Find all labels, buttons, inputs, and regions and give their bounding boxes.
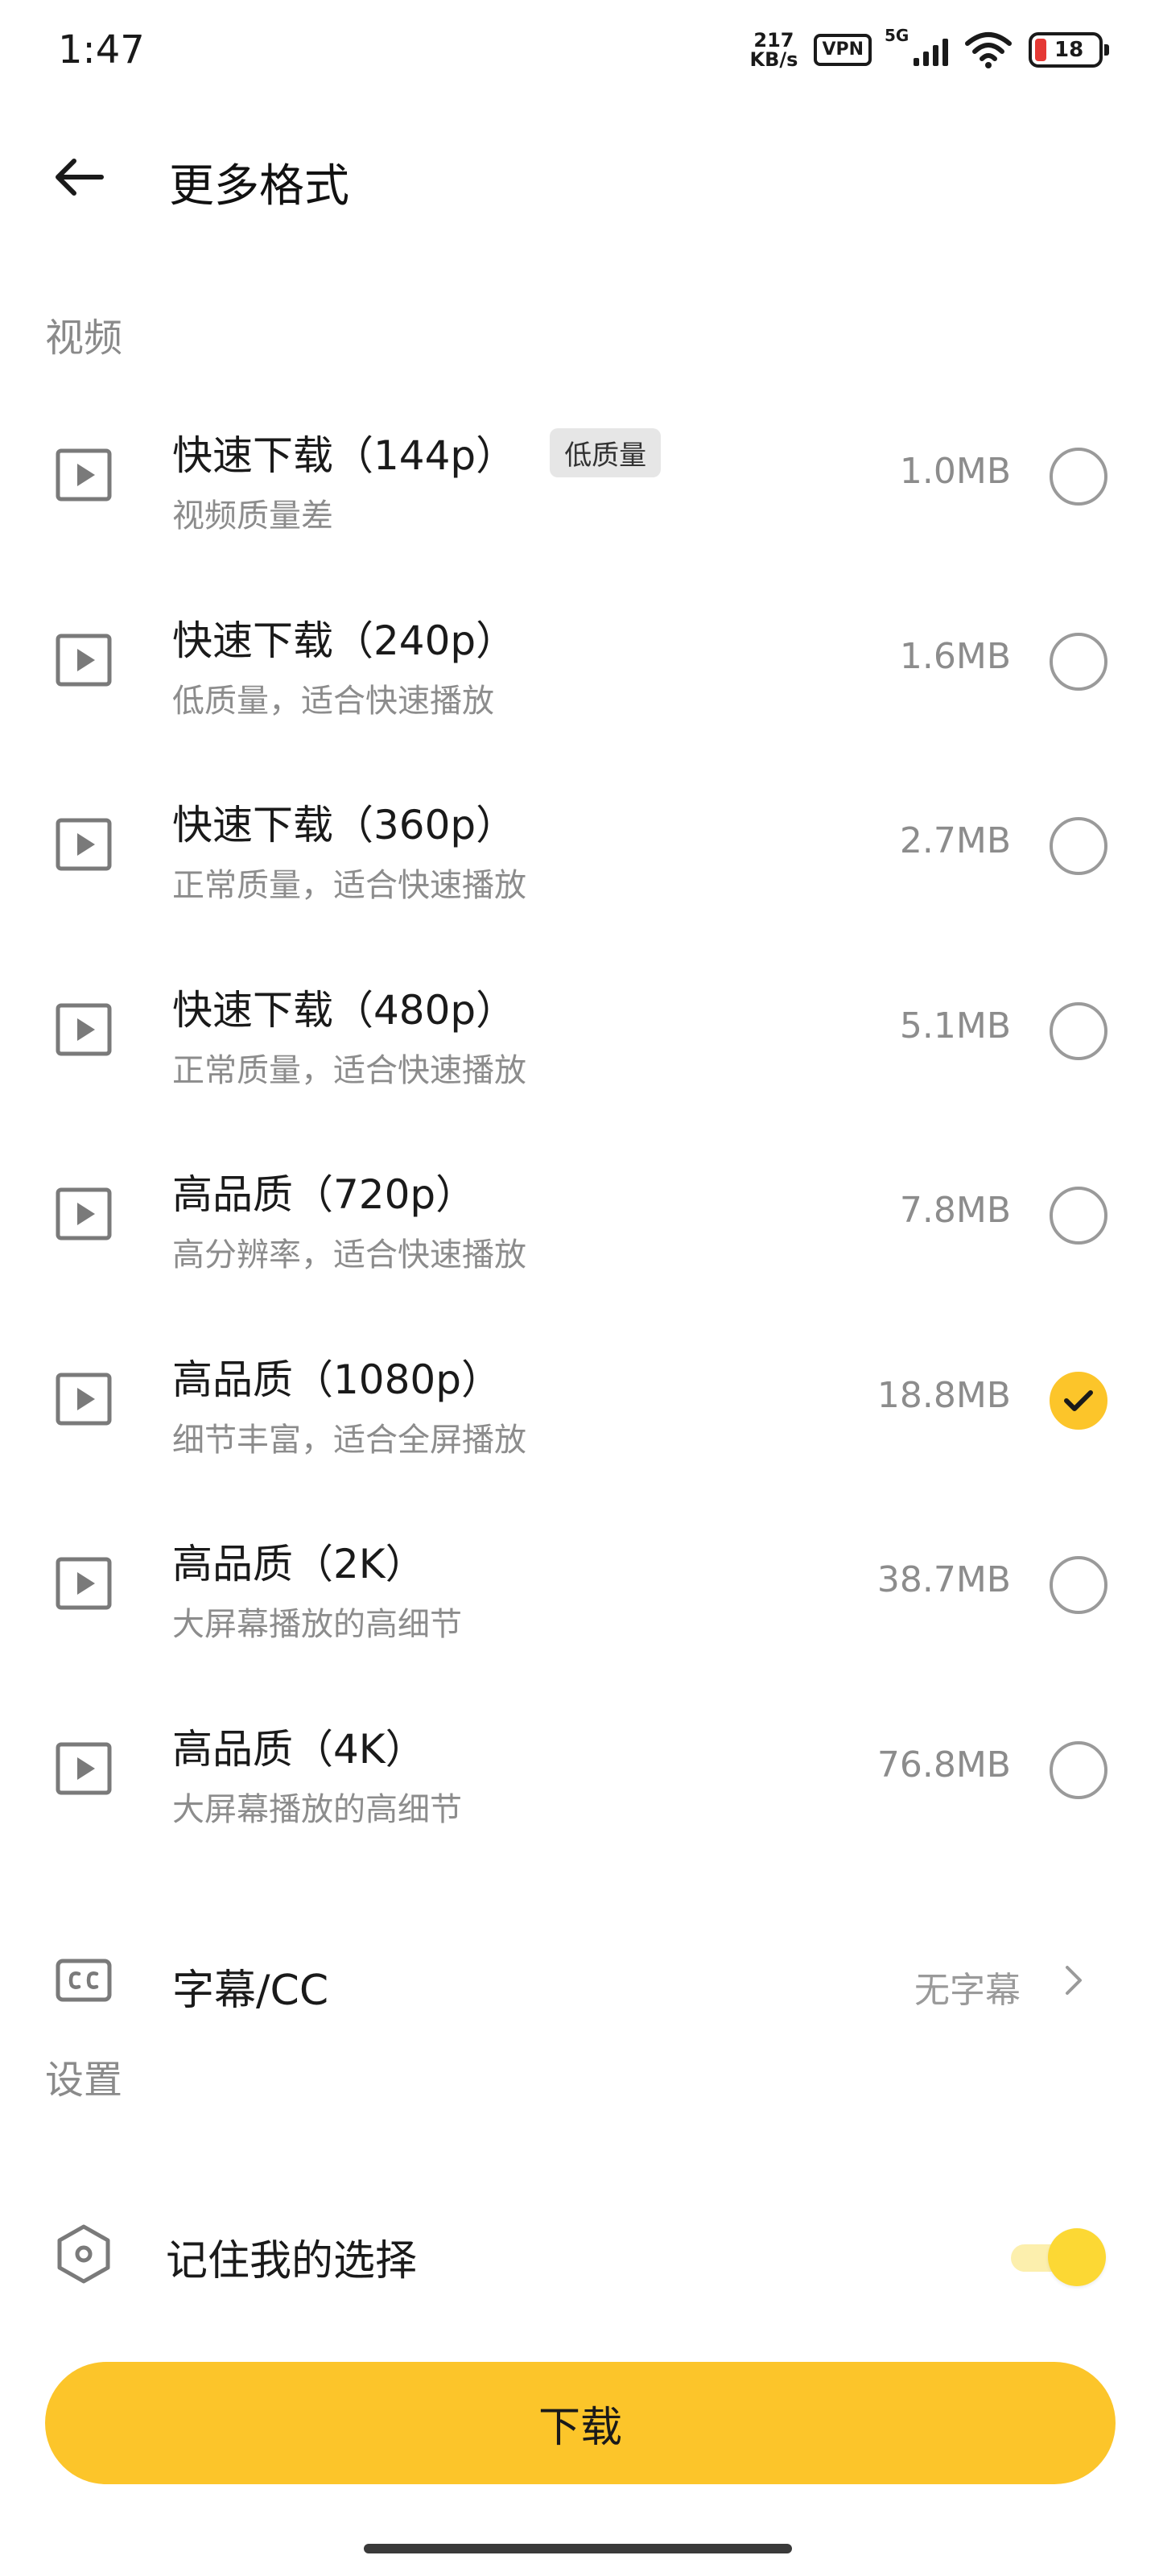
video-play-icon: [56, 1373, 112, 1426]
subtitles-label: 字幕/CC: [172, 1967, 329, 2015]
format-file-size: 1.6MB: [899, 636, 1011, 677]
format-radio-selected[interactable]: [1050, 1372, 1107, 1430]
format-title-line: 高品质（2K）: [172, 1532, 426, 1590]
format-option-row[interactable]: 快速下载（240p） 低质量，适合快速播放 1.6MB: [0, 580, 1159, 768]
format-radio[interactable]: [1050, 1556, 1107, 1614]
subtitles-value: 无字幕: [914, 1970, 1021, 2011]
format-radio[interactable]: [1050, 817, 1107, 875]
format-file-size: 5.1MB: [899, 1005, 1011, 1046]
format-option-row[interactable]: 高品质（4K） 大屏幕播放的高细节 76.8MB: [0, 1688, 1159, 1876]
video-play-icon: [56, 1003, 112, 1056]
format-option-row[interactable]: 快速下载（144p） 低质量 视频质量差 1.0MB: [0, 394, 1159, 583]
remember-choice-toggle[interactable]: [1008, 2227, 1107, 2288]
format-title: 高品质（1080p）: [172, 1356, 501, 1403]
toggle-thumb: [1048, 2228, 1106, 2286]
format-title: 快速下载（240p）: [172, 617, 517, 664]
format-option-row[interactable]: 高品质（2K） 大屏幕播放的高细节 38.7MB: [0, 1503, 1159, 1691]
battery-level-fill: [1035, 39, 1046, 61]
format-description: 大屏幕播放的高细节: [172, 1791, 462, 1828]
video-play-icon: [56, 1742, 112, 1795]
format-title-line: 快速下载（144p） 低质量: [172, 423, 662, 481]
format-description: 大屏幕播放的高细节: [172, 1606, 462, 1643]
video-play-icon: [56, 634, 112, 687]
format-title-line: 快速下载（480p）: [172, 978, 516, 1036]
network-speed: 217 KB/s: [749, 31, 798, 69]
download-button[interactable]: 下载: [45, 2362, 1116, 2484]
format-title: 高品质（720p）: [172, 1171, 476, 1218]
battery-level: 18: [1054, 38, 1084, 62]
format-file-size: 18.8MB: [876, 1375, 1011, 1416]
format-option-row[interactable]: 快速下载（360p） 正常质量，适合快速播放 2.7MB: [0, 764, 1159, 952]
format-file-size: 2.7MB: [899, 820, 1011, 861]
section-label-video: 视频: [45, 316, 123, 361]
network-speed-value: 217: [753, 29, 794, 52]
format-description: 正常质量，适合快速播放: [172, 1052, 526, 1089]
video-play-icon: [56, 1557, 112, 1610]
status-icons: 217 KB/s VPN 5G 18: [749, 26, 1109, 72]
format-file-size: 38.7MB: [876, 1559, 1011, 1600]
format-radio[interactable]: [1050, 1187, 1107, 1245]
format-title-line: 高品质（1080p）: [172, 1348, 501, 1406]
format-title: 高品质（4K）: [172, 1726, 426, 1773]
video-play-icon: [56, 818, 112, 871]
format-description: 正常质量，适合快速播放: [172, 867, 526, 904]
remember-choice-label: 记住我的选择: [166, 2237, 418, 2285]
video-play-icon: [56, 448, 112, 502]
format-description: 低质量，适合快速播放: [172, 683, 494, 720]
signal-icon: 5G: [885, 26, 948, 66]
settings-hexagon-icon: [57, 2224, 110, 2284]
format-title-line: 快速下载（360p）: [172, 793, 516, 851]
status-bar: 1:47 217 KB/s VPN 5G 18: [0, 0, 1159, 97]
vpn-icon: VPN: [814, 34, 872, 66]
format-title: 快速下载（144p）: [172, 432, 517, 479]
screen: 1:47 217 KB/s VPN 5G 18 更多格式 视频 快速下载（144…: [0, 0, 1159, 2576]
video-play-icon: [56, 1187, 112, 1241]
format-title: 快速下载（360p）: [172, 802, 517, 848]
format-title-line: 快速下载（240p）: [172, 609, 516, 667]
format-option-row[interactable]: 快速下载（480p） 正常质量，适合快速播放 5.1MB: [0, 949, 1159, 1137]
format-option-row[interactable]: 高品质（720p） 高分辨率，适合快速播放 7.8MB: [0, 1133, 1159, 1322]
back-arrow-icon: [56, 159, 104, 196]
format-file-size: 1.0MB: [899, 451, 1011, 492]
format-description: 高分辨率，适合快速播放: [172, 1236, 526, 1274]
status-time: 1:47: [58, 27, 145, 72]
format-radio[interactable]: [1050, 448, 1107, 506]
quality-badge: 低质量: [550, 427, 662, 477]
section-label-settings: 设置: [45, 2058, 123, 2103]
network-speed-unit: KB/s: [749, 48, 798, 71]
remember-choice-row: 记住我的选择: [0, 2182, 1159, 2318]
format-title: 快速下载（480p）: [172, 987, 517, 1034]
check-icon: [1064, 1390, 1093, 1411]
header: 更多格式: [0, 121, 1159, 233]
format-file-size: 76.8MB: [876, 1744, 1011, 1785]
home-indicator[interactable]: [364, 2544, 792, 2553]
format-title-line: 高品质（720p）: [172, 1162, 476, 1220]
format-title-line: 高品质（4K）: [172, 1717, 426, 1775]
format-option-row[interactable]: 高品质（1080p） 细节丰富，适合全屏播放 18.8MB: [0, 1319, 1159, 1507]
page-title: 更多格式: [169, 160, 349, 213]
format-radio[interactable]: [1050, 633, 1107, 691]
cc-icon: [56, 1959, 112, 2002]
network-type: 5G: [885, 26, 909, 45]
format-radio[interactable]: [1050, 1002, 1107, 1060]
format-radio[interactable]: [1050, 1741, 1107, 1799]
format-description: 视频质量差: [172, 497, 333, 535]
battery-icon: 18: [1029, 32, 1109, 68]
wifi-icon: [965, 32, 1012, 68]
format-description: 细节丰富，适合全屏播放: [172, 1422, 526, 1459]
format-title: 高品质（2K）: [172, 1541, 426, 1587]
subtitles-row[interactable]: 字幕/CC 无字幕: [0, 1916, 1159, 2045]
back-button[interactable]: [43, 142, 114, 213]
chevron-right-icon: [1066, 1966, 1082, 1995]
format-file-size: 7.8MB: [899, 1190, 1011, 1231]
